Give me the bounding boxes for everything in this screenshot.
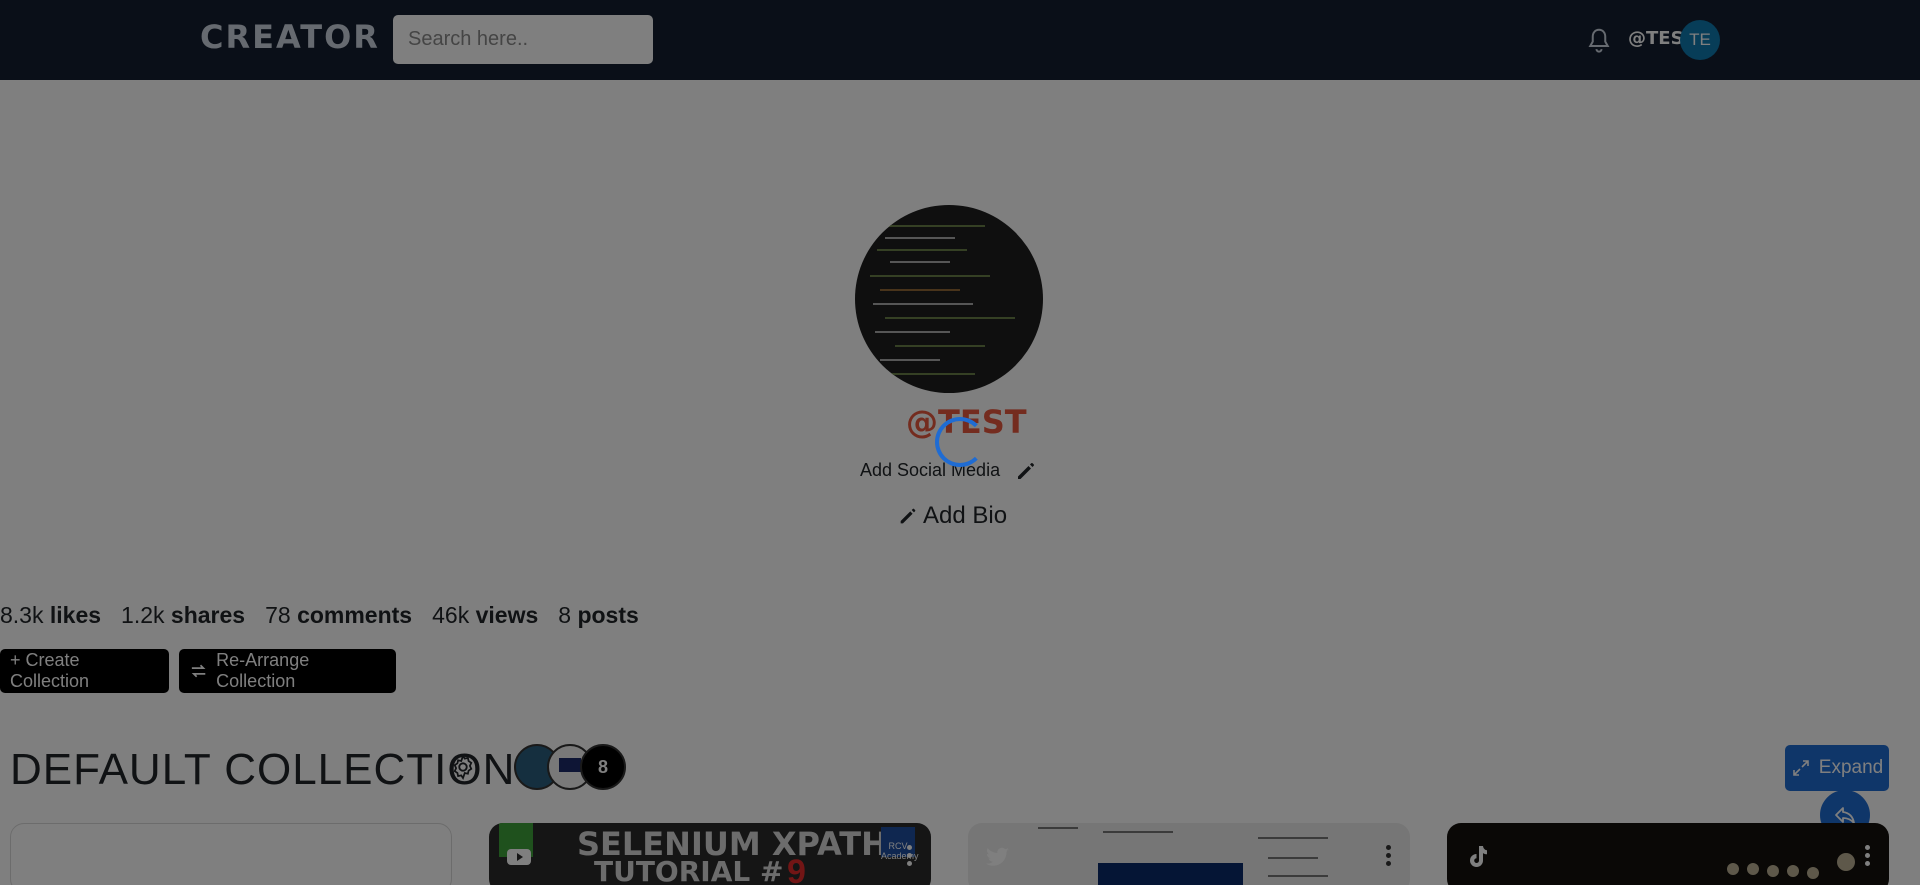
profile-stats: 8.3k likes 1.2k shares 78 comments 46k v… [0,602,639,629]
collection-count-badge: 8 [580,744,626,790]
gear-icon[interactable] [449,753,477,781]
post-card[interactable] [968,823,1410,885]
stat-views: 46k views [432,602,539,628]
add-social-media-link[interactable]: Add Social Media [860,460,1000,481]
add-bio-button[interactable]: Add Bio [897,502,1007,530]
avatar[interactable]: TE [1680,20,1720,60]
more-options-icon[interactable] [1386,845,1392,871]
more-options-icon[interactable] [1865,845,1871,871]
tiktok-icon [1470,846,1487,867]
rearrange-collection-button[interactable]: Re-Arrange Collection [179,649,396,693]
expand-button[interactable]: Expand [1785,745,1889,791]
post-card[interactable] [1447,823,1889,885]
stat-shares: 1.2k shares [121,602,246,628]
swap-icon [191,664,206,678]
profile-picture[interactable] [855,205,1043,393]
card-subtitle: TUTORIAL # [594,855,784,885]
collection-thumbnails[interactable]: 8 [514,744,626,792]
collection-title: DEFAULT COLLECTION [10,745,516,794]
stat-posts: 8 posts [558,602,639,628]
create-collection-button[interactable]: + Create Collection [0,649,169,693]
twitter-icon [986,847,1009,866]
loading-spinner [935,417,985,467]
youtube-icon [507,849,531,865]
card-number: 9 [787,853,806,885]
post-card[interactable]: SELENIUM XPATH TUTORIAL # 9 RCV Academy [489,823,931,885]
search-input[interactable] [393,15,653,64]
create-collection-label: + Create Collection [10,650,90,691]
reply-icon [1835,807,1855,824]
card-thumbnail [1098,863,1243,885]
brand-logo[interactable]: CREATOR [200,18,380,56]
expand-label: Expand [1818,757,1884,778]
rearrange-collection-label: Re-Arrange Collection [216,650,310,691]
more-options-icon[interactable] [907,845,913,871]
stat-comments: 78 comments [265,602,413,628]
pencil-icon [900,508,916,524]
post-card[interactable] [10,823,452,885]
stat-likes: 8.3k likes [0,602,102,628]
expand-icon [1792,760,1809,776]
add-bio-label: Add Bio [923,502,1008,529]
pencil-icon[interactable] [1014,459,1038,483]
top-navbar: CREATOR @TEST TE [0,0,1920,80]
bell-icon[interactable] [1584,26,1614,56]
